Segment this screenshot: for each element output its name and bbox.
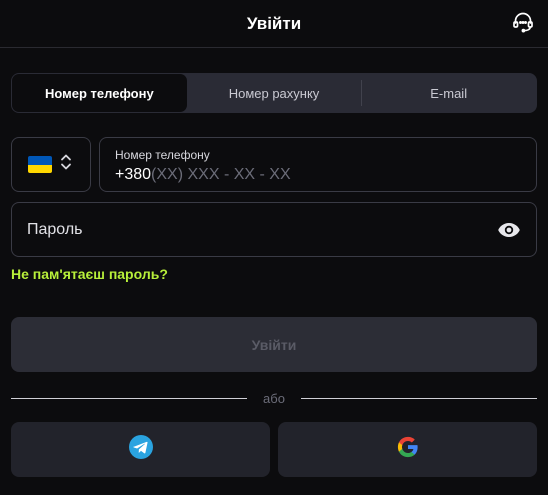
headset-icon[interactable] xyxy=(510,9,536,35)
phone-prefix: +380 xyxy=(115,166,152,183)
tab-account-number[interactable]: Номер рахунку xyxy=(187,74,362,112)
forgot-password-link[interactable]: Не пам'ятаєш пароль? xyxy=(11,266,168,282)
ukraine-flag-icon xyxy=(28,156,52,173)
telegram-login-button[interactable] xyxy=(11,422,270,477)
phone-number-field[interactable]: Номер телефону +380 (XX) XXX - XX - XX xyxy=(99,137,537,192)
phone-mask-placeholder: (XX) XXX - XX - XX xyxy=(151,166,291,183)
login-method-tabs: Номер телефону Номер рахунку E-mail xyxy=(11,73,537,113)
google-icon xyxy=(397,436,419,463)
tab-phone-number[interactable]: Номер телефону xyxy=(12,74,187,112)
password-input[interactable]: Пароль xyxy=(27,221,496,239)
chevron-up-down-icon xyxy=(60,153,72,176)
password-field[interactable]: Пароль xyxy=(11,202,537,257)
country-code-selector[interactable] xyxy=(11,137,91,192)
tab-email[interactable]: E-mail xyxy=(361,74,536,112)
eye-icon[interactable] xyxy=(496,217,522,243)
login-button[interactable]: Увійти xyxy=(11,317,537,372)
google-login-button[interactable] xyxy=(278,422,537,477)
page-title: Увійти xyxy=(246,13,302,33)
telegram-icon xyxy=(128,434,154,465)
divider-text: або xyxy=(263,390,285,406)
divider-line-left xyxy=(11,397,248,399)
or-divider: або xyxy=(11,389,537,407)
phone-number-label: Номер телефону xyxy=(115,148,210,162)
divider-line-right xyxy=(300,397,537,399)
header: Увійти xyxy=(0,0,548,48)
phone-number-input[interactable]: +380 (XX) XXX - XX - XX xyxy=(115,166,521,184)
